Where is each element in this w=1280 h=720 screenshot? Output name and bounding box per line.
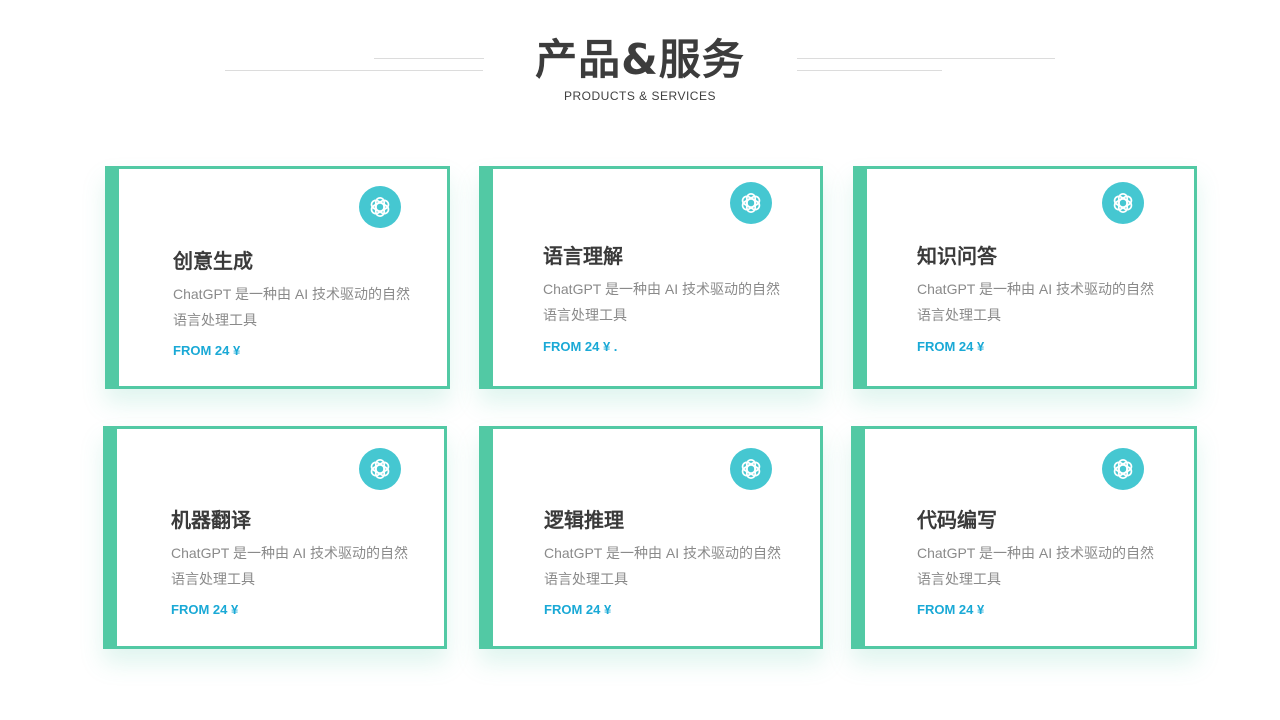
card-price: FROM 24 ¥	[171, 602, 239, 617]
service-card-language[interactable]: 语言理解 ChatGPT 是一种由 AI 技术驱动的自然语言处理工具 FROM …	[479, 166, 823, 389]
card-description: ChatGPT 是一种由 AI 技术驱动的自然语言处理工具	[543, 281, 780, 323]
card-description: ChatGPT 是一种由 AI 技术驱动的自然语言处理工具	[173, 286, 410, 328]
card-title: 机器翻译	[171, 508, 251, 532]
card-description: ChatGPT 是一种由 AI 技术驱动的自然语言处理工具	[917, 545, 1154, 587]
service-card-reasoning[interactable]: 逻辑推理 ChatGPT 是一种由 AI 技术驱动的自然语言处理工具 FROM …	[479, 426, 823, 649]
card-accent-bar	[854, 429, 865, 646]
service-card-translation[interactable]: 机器翻译 ChatGPT 是一种由 AI 技术驱动的自然语言处理工具 FROM …	[103, 426, 447, 649]
card-price: FROM 24 ¥	[173, 343, 241, 358]
card-title: 创意生成	[173, 249, 253, 273]
openai-logo-icon	[730, 448, 772, 490]
card-price: FROM 24 ¥ .	[543, 339, 618, 354]
openai-logo-icon	[359, 448, 401, 490]
card-accent-bar	[108, 169, 119, 386]
card-description: ChatGPT 是一种由 AI 技术驱动的自然语言处理工具	[544, 545, 781, 587]
service-card-creative[interactable]: 创意生成 ChatGPT 是一种由 AI 技术驱动的自然语言处理工具 FROM …	[105, 166, 450, 389]
card-title: 代码编写	[917, 508, 997, 532]
page-subtitle: PRODUCTS & SERVICES	[564, 89, 716, 103]
openai-logo-icon	[730, 182, 772, 224]
card-accent-bar	[482, 169, 493, 386]
card-title: 逻辑推理	[544, 508, 624, 532]
card-price: FROM 24 ¥	[544, 602, 612, 617]
card-accent-bar	[856, 169, 867, 386]
card-accent-bar	[106, 429, 117, 646]
openai-logo-icon	[1102, 182, 1144, 224]
card-price: FROM 24 ¥	[917, 339, 985, 354]
page-title: 产品&服务	[535, 35, 745, 84]
card-description: ChatGPT 是一种由 AI 技术驱动的自然语言处理工具	[917, 281, 1154, 323]
card-accent-bar	[482, 429, 493, 646]
card-price: FROM 24 ¥	[917, 602, 985, 617]
card-title: 语言理解	[543, 244, 623, 268]
card-description: ChatGPT 是一种由 AI 技术驱动的自然语言处理工具	[171, 545, 408, 587]
openai-logo-icon	[359, 186, 401, 228]
card-title: 知识问答	[917, 244, 997, 268]
service-card-coding[interactable]: 代码编写 ChatGPT 是一种由 AI 技术驱动的自然语言处理工具 FROM …	[851, 426, 1197, 649]
slide: 产品&服务 PRODUCTS & SERVICES 创意生成 ChatGPT 是…	[0, 0, 1280, 720]
service-card-knowledge[interactable]: 知识问答 ChatGPT 是一种由 AI 技术驱动的自然语言处理工具 FROM …	[853, 166, 1197, 389]
openai-logo-icon	[1102, 448, 1144, 490]
